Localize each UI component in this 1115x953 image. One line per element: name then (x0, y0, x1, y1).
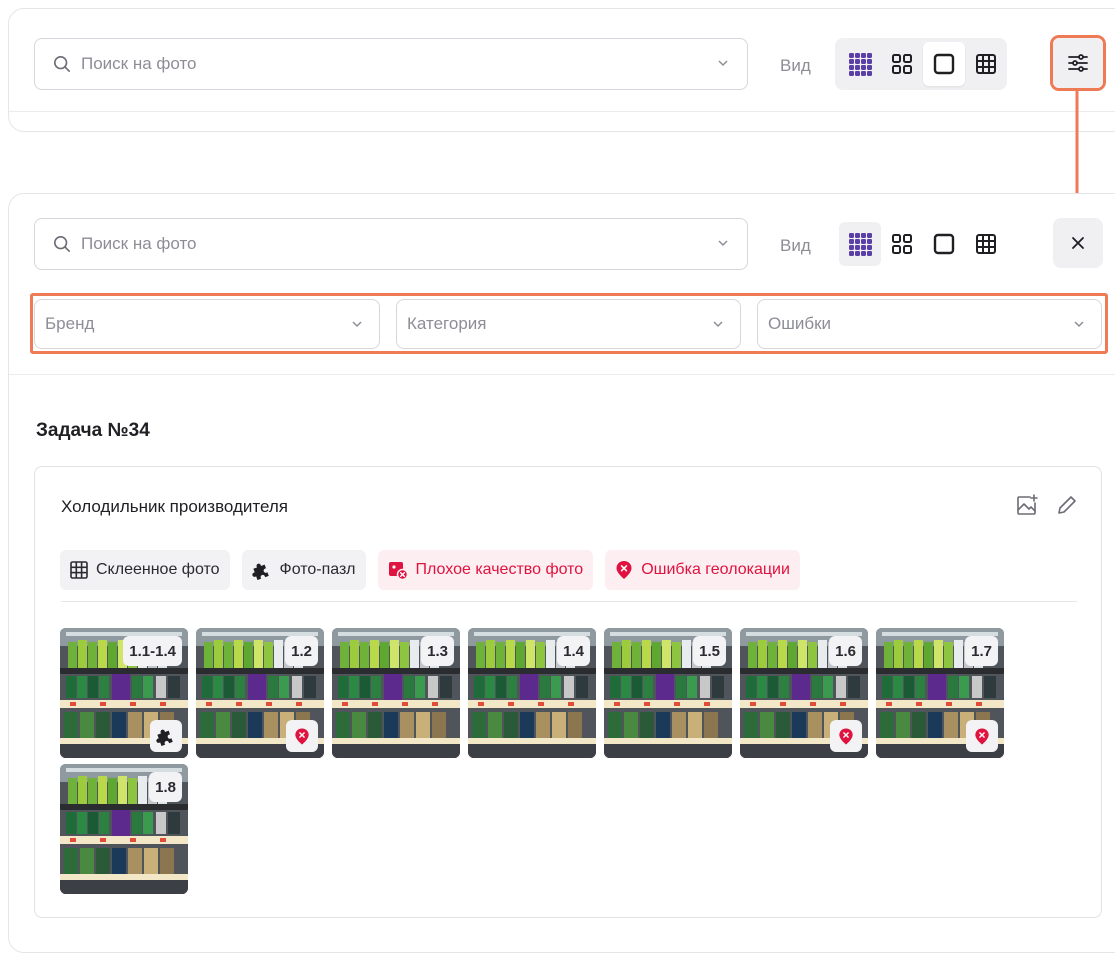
divider (61, 601, 1077, 602)
view-label: Вид (780, 236, 811, 255)
table-icon (976, 54, 996, 74)
close-icon (1072, 237, 1084, 249)
view-grid-medium-button[interactable] (881, 222, 923, 266)
table-icon (976, 234, 996, 254)
task-title: Задача №34 (36, 420, 150, 441)
photo-number-badge: 1.5 (693, 636, 726, 666)
grid-dense-icon (849, 233, 872, 256)
geo-error-icon (830, 720, 862, 752)
photo-number-badge: 1.6 (829, 636, 862, 666)
search-input[interactable]: Поиск на фото (34, 38, 748, 90)
search-placeholder: Поиск на фото (81, 234, 197, 253)
photo-number-badge: 1.1-1.4 (123, 636, 182, 666)
tag-photo-puzzle: Фото-пазл (241, 550, 366, 590)
photo-thumbnail[interactable]: 1.5 (604, 628, 732, 758)
tags-row: Склеенное фото Фото-пазл Плохое качество… (60, 550, 800, 590)
photo-thumbnail[interactable]: 1.4 (468, 628, 596, 758)
view-table-button[interactable] (965, 42, 1007, 86)
search-input[interactable]: Поиск на фото (34, 218, 748, 270)
geo-error-icon (966, 720, 998, 752)
grid-dense-icon (849, 53, 872, 76)
tag-label: Плохое качество фото (415, 561, 584, 578)
view-grid-medium-button[interactable] (881, 42, 923, 86)
bad-photo-icon (388, 562, 408, 580)
search-icon (53, 235, 71, 253)
tag-stitched-photo: Склеенное фото (60, 550, 230, 590)
photo-number-badge: 1.7 (965, 636, 998, 666)
search-placeholder: Поиск на фото (81, 54, 197, 73)
photo-number-badge: 1.8 (149, 772, 182, 802)
photo-number-badge: 1.3 (421, 636, 454, 666)
add-photo-icon[interactable] (1015, 493, 1039, 517)
photo-number-badge: 1.2 (285, 636, 318, 666)
photo-thumbnail[interactable]: 1.1-1.4 (60, 628, 188, 758)
close-filters-button[interactable] (1053, 218, 1103, 268)
edit-icon[interactable] (1055, 493, 1079, 517)
geo-error-icon (616, 561, 632, 579)
grid-icon (70, 561, 88, 579)
geo-error-icon (286, 720, 318, 752)
photo-thumbnail[interactable]: 1.3 (332, 628, 460, 758)
tag-label: Ошибка геолокации (641, 561, 790, 578)
divider (9, 374, 1115, 375)
view-switcher (835, 38, 1007, 90)
tag-label: Склеенное фото (96, 561, 220, 578)
view-label: Вид (780, 56, 811, 75)
view-single-button[interactable] (923, 42, 965, 86)
divider (9, 111, 1115, 112)
highlight-filters-row (30, 293, 1108, 354)
photo-number-badge: 1.4 (557, 636, 590, 666)
tag-bad-quality: Плохое качество фото (377, 550, 594, 590)
chevron-down-icon (718, 240, 728, 247)
view-grid-small-button[interactable] (839, 42, 881, 86)
chevron-down-icon (718, 60, 728, 67)
equipment-tools (1015, 493, 1079, 517)
tag-label: Фото-пазл (279, 561, 356, 578)
square-icon (933, 233, 955, 255)
photo-thumbnail[interactable]: 1.8 (60, 764, 188, 894)
grid-four-icon (892, 54, 912, 74)
puzzle-icon (150, 720, 182, 752)
grid-four-icon (892, 234, 912, 254)
photo-thumbnail[interactable]: 1.6 (740, 628, 868, 758)
square-icon (933, 53, 955, 75)
view-grid-small-button[interactable] (839, 222, 881, 266)
photo-thumbnail[interactable]: 1.2 (196, 628, 324, 758)
equipment-title: Холодильник производителя (61, 497, 289, 516)
search-icon (53, 55, 71, 73)
view-table-button[interactable] (965, 222, 1007, 266)
highlight-filter-button (1050, 35, 1106, 91)
tag-geolocation-error: Ошибка геолокации (605, 550, 800, 590)
photo-thumbnail[interactable]: 1.7 (876, 628, 1004, 758)
view-single-button[interactable] (923, 222, 965, 266)
puzzle-icon (251, 563, 269, 580)
view-switcher (835, 218, 1007, 270)
